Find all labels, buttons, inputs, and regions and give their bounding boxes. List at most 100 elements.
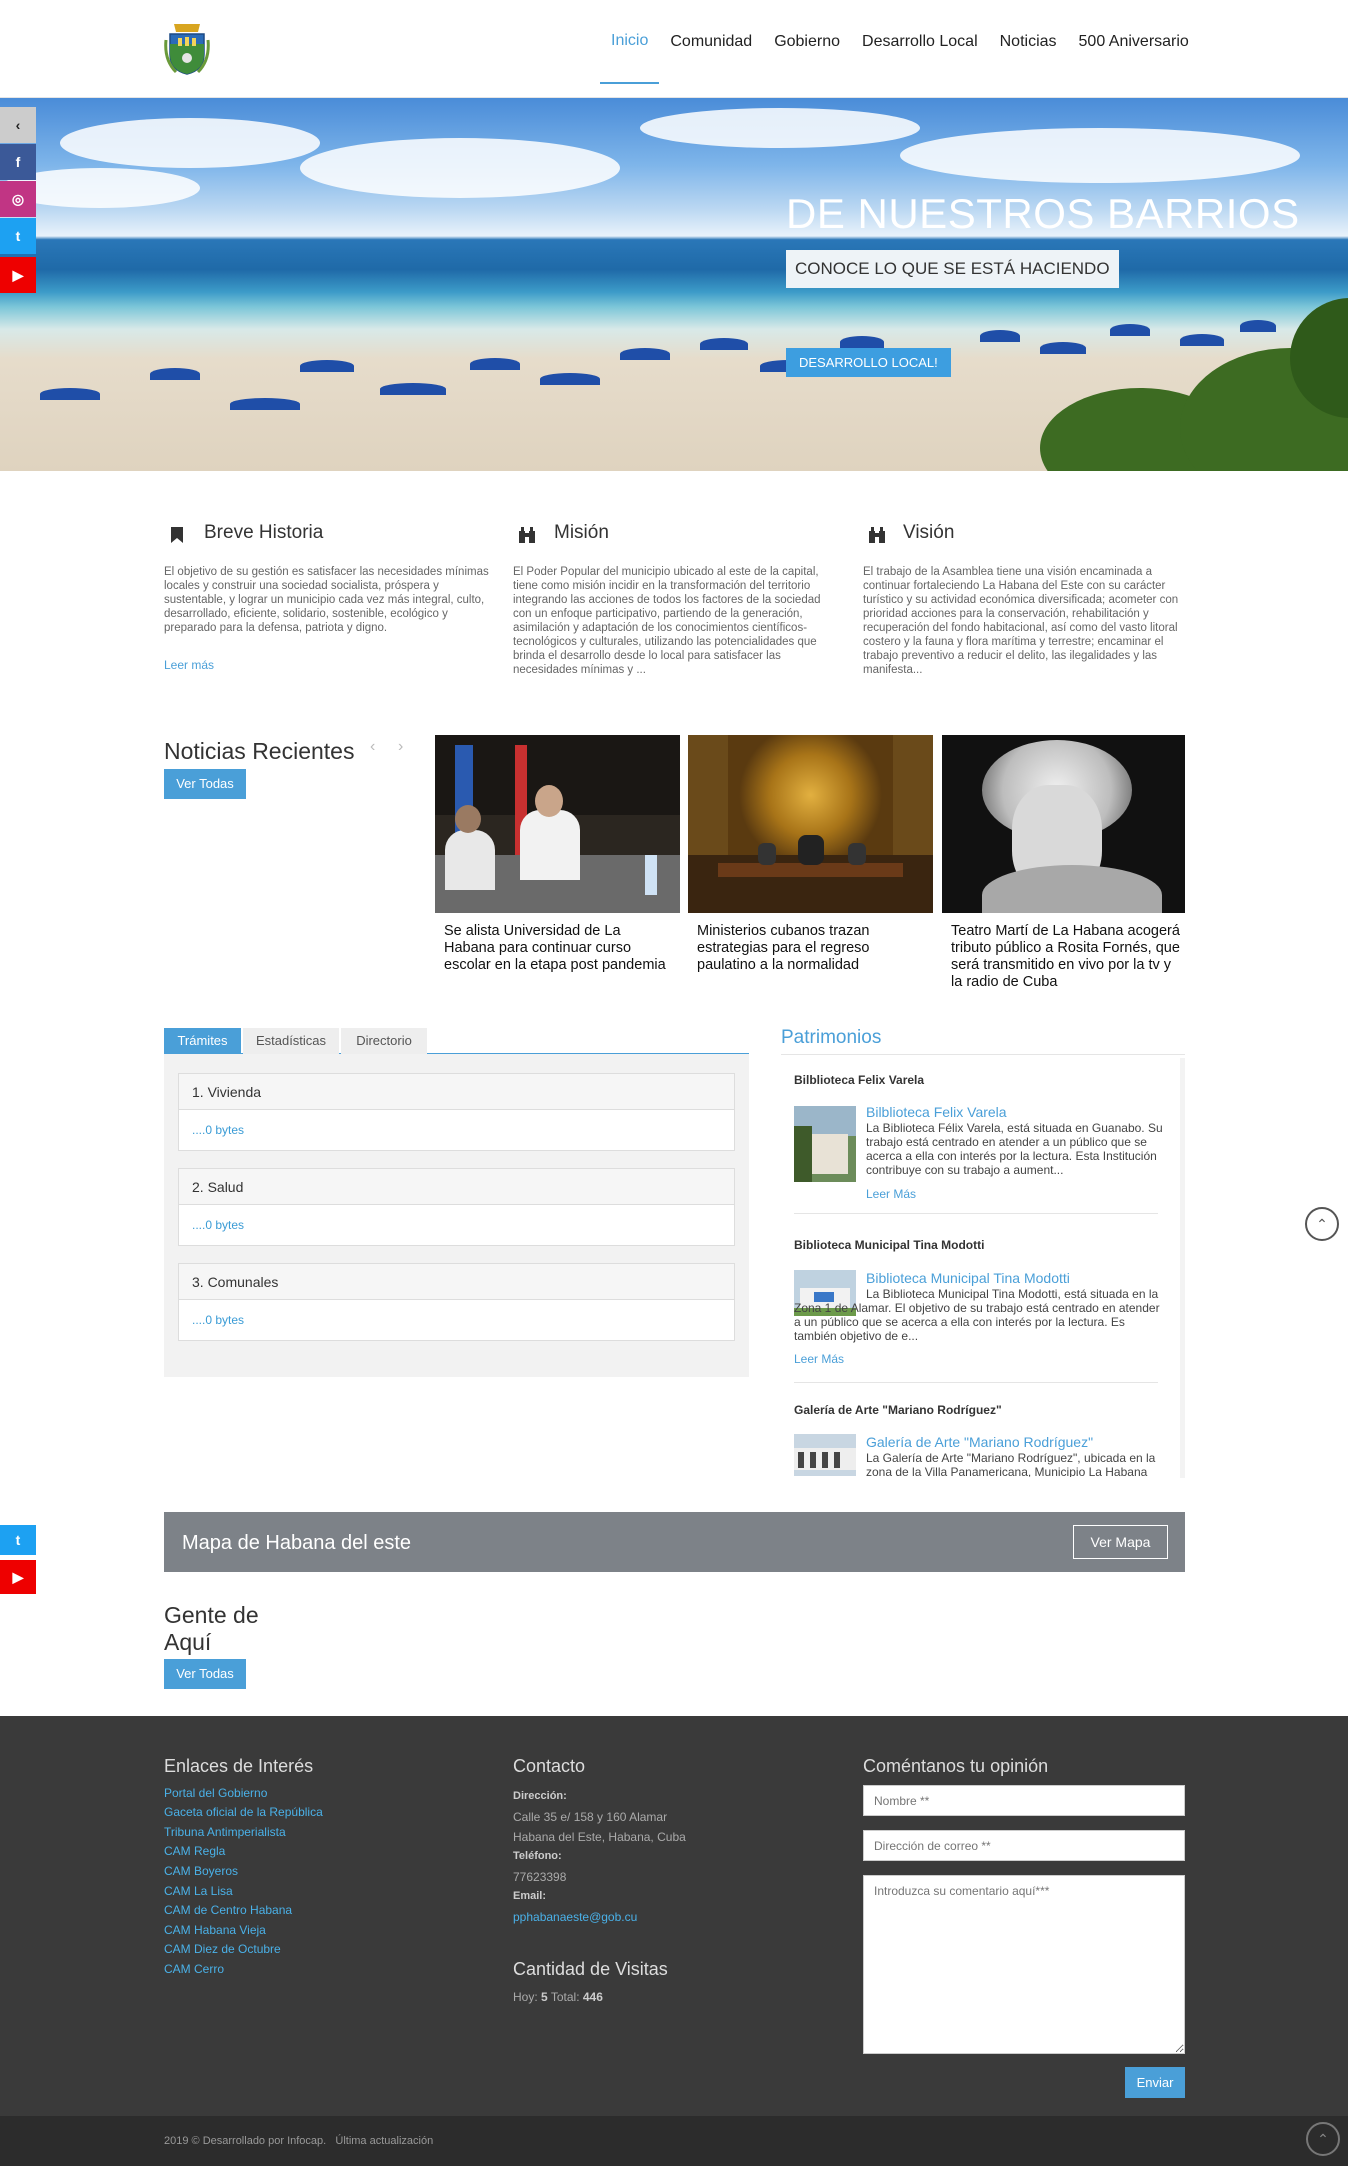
leer-mas-link[interactable]: Leer Más: [794, 1352, 844, 1366]
patrimonio-text: La Galería de Arte "Mariano Rodríguez", …: [866, 1451, 1156, 1477]
binoculars-icon: [868, 526, 886, 544]
email-link[interactable]: pphabanaeste@gob.cu: [513, 1910, 637, 1924]
youtube-icon[interactable]: ▶: [0, 257, 36, 293]
nav-item-noticias[interactable]: Noticias: [989, 0, 1068, 84]
collapse-arrow-icon[interactable]: ‹: [0, 107, 36, 143]
nav-item-inicio[interactable]: Inicio: [600, 0, 660, 84]
accordion-body[interactable]: ....0 bytes: [179, 1205, 734, 1245]
patrimonio-link[interactable]: Bilblioteca Felix Varela: [866, 1104, 1007, 1120]
accordion-body[interactable]: ....0 bytes: [179, 1300, 734, 1340]
patrimonio-thumb[interactable]: [794, 1106, 856, 1182]
scroll-up-icon[interactable]: ⌃: [1305, 1207, 1339, 1241]
accordion-title[interactable]: 1. Vivienda: [179, 1074, 734, 1110]
footer-link[interactable]: CAM Regla: [164, 1844, 225, 1858]
comment-title: Coméntanos tu opinión: [863, 1756, 1049, 1776]
instagram-icon[interactable]: ◎: [0, 181, 36, 217]
youtube-icon-lower[interactable]: ▶: [0, 1560, 36, 1594]
send-button[interactable]: Enviar: [1125, 2067, 1185, 2098]
section-title-vision: Visión: [903, 522, 955, 543]
news-title: Noticias Recientes: [164, 738, 355, 764]
section-text-historia: El objetivo de su gestión es satisfacer …: [164, 566, 489, 634]
visits-today: 5: [541, 1990, 548, 2004]
news-caption[interactable]: Teatro Martí de La Habana acogerá tribut…: [951, 923, 1181, 991]
accordion-title[interactable]: 3. Comunales: [179, 1264, 734, 1300]
news-next-arrow-icon[interactable]: ›: [398, 738, 403, 756]
footer-links-title: Enlaces de Interés: [164, 1756, 314, 1776]
section-text-vision: El trabajo de la Asamblea tiene una visi…: [863, 566, 1179, 676]
accordion-salud[interactable]: 2. Salud ....0 bytes: [178, 1168, 735, 1246]
tab-tramites[interactable]: Trámites: [164, 1028, 241, 1054]
main-nav: Inicio Comunidad Gobierno Desarrollo Loc…: [600, 0, 1200, 84]
hero-subtitle: CONOCE LO QUE SE ESTÁ HACIENDO: [786, 250, 1119, 288]
facebook-icon[interactable]: f: [0, 144, 36, 180]
phone-value: 77623398: [513, 1870, 567, 1884]
footer-link[interactable]: Portal del Gobierno: [164, 1786, 267, 1800]
binoculars-icon: [518, 526, 536, 544]
footer-link[interactable]: CAM de Centro Habana: [164, 1903, 292, 1917]
news-image-universidad[interactable]: [435, 735, 680, 913]
tab-directorio[interactable]: Directorio: [341, 1028, 427, 1054]
copyright-text: 2019 © Desarrollado por Infocap. Última …: [164, 2135, 434, 2147]
twitter-icon-lower[interactable]: t: [0, 1525, 36, 1555]
patrimonios-divider: [781, 1054, 1185, 1055]
news-prev-arrow-icon[interactable]: ‹: [370, 738, 375, 756]
address-line2: Habana del Este, Habana, Cuba: [513, 1830, 686, 1844]
section-text-mision: El Poder Popular del municipio ubicado a…: [513, 566, 821, 676]
leer-mas-link[interactable]: Leer Más: [866, 1187, 916, 1201]
phone-label: Teléfono:: [513, 1850, 562, 1862]
patrimonio-thumb[interactable]: [794, 1434, 856, 1476]
footer-bottom-bar: 2019 © Desarrollado por Infocap. Última …: [0, 2116, 1348, 2166]
nav-item-gobierno[interactable]: Gobierno: [763, 0, 851, 84]
nav-item-desarrollo-local[interactable]: Desarrollo Local: [851, 0, 989, 84]
news-ver-todas-button[interactable]: Ver Todas: [164, 769, 246, 799]
footer-link[interactable]: CAM Diez de Octubre: [164, 1942, 281, 1956]
patrimonios-scrollbar[interactable]: [1180, 1058, 1185, 1478]
footer-link[interactable]: CAM Habana Vieja: [164, 1923, 266, 1937]
accordion-body[interactable]: ....0 bytes: [179, 1110, 734, 1150]
twitter-icon[interactable]: t: [0, 218, 36, 254]
patrimonio-link[interactable]: Galería de Arte "Mariano Rodríguez": [866, 1434, 1093, 1450]
divider: [794, 1382, 1158, 1383]
divider: [794, 1213, 1158, 1214]
leer-mas-link[interactable]: Leer más: [164, 658, 214, 672]
email-input[interactable]: [863, 1830, 1185, 1861]
ver-mapa-button[interactable]: Ver Mapa: [1073, 1525, 1168, 1559]
visits-counter: Hoy: 5 Total: 446: [513, 1990, 603, 2004]
news-caption[interactable]: Se alista Universidad de La Habana para …: [444, 923, 674, 974]
footer-link[interactable]: Tribuna Antimperialista: [164, 1825, 286, 1839]
accordion-title[interactable]: 2. Salud: [179, 1169, 734, 1205]
news-image-teatro-marti[interactable]: [942, 735, 1185, 913]
footer-link[interactable]: CAM Boyeros: [164, 1864, 238, 1878]
hero-cta-button[interactable]: DESARROLLO LOCAL!: [786, 348, 951, 377]
patrimonios-title: Patrimonios: [781, 1027, 882, 1048]
visits-title: Cantidad de Visitas: [513, 1959, 668, 1979]
footer-link[interactable]: CAM Cerro: [164, 1962, 224, 1976]
accordion-vivienda[interactable]: 1. Vivienda ....0 bytes: [178, 1073, 735, 1151]
accordion-comunales[interactable]: 3. Comunales ....0 bytes: [178, 1263, 735, 1341]
gente-title-line2: Aquí: [164, 1629, 212, 1655]
site-footer: Enlaces de Interés Portal del Gobierno G…: [0, 1716, 1348, 2116]
nav-item-500-aniversario[interactable]: 500 Aniversario: [1068, 0, 1200, 84]
patrimonio-heading: Biblioteca Municipal Tina Modotti: [794, 1238, 985, 1252]
name-input[interactable]: [863, 1785, 1185, 1816]
news-caption[interactable]: Ministerios cubanos trazan estrategias p…: [697, 923, 927, 974]
scroll-top-icon[interactable]: ⌃: [1306, 2122, 1340, 2156]
map-banner-title: Mapa de Habana del este: [182, 1532, 412, 1554]
site-header: Inicio Comunidad Gobierno Desarrollo Loc…: [0, 0, 1348, 98]
coat-of-arms-logo[interactable]: [164, 20, 210, 76]
nav-item-comunidad[interactable]: Comunidad: [659, 0, 763, 84]
news-image-ministerios[interactable]: [688, 735, 933, 913]
section-title-mision: Misión: [554, 522, 609, 543]
footer-link[interactable]: Gaceta oficial de la República: [164, 1805, 323, 1819]
section-title-historia: Breve Historia: [204, 522, 324, 543]
address-line1: Calle 35 e/ 158 y 160 Alamar: [513, 1810, 668, 1824]
patrimonio-text: La Biblioteca Municipal Tina Modotti, es…: [794, 1287, 1160, 1343]
comment-textarea[interactable]: [863, 1875, 1185, 2054]
hero-title: DE NUESTROS BARRIOS: [786, 190, 1300, 237]
gente-ver-todas-button[interactable]: Ver Todas: [164, 1659, 246, 1689]
bookmark-icon: [170, 526, 188, 544]
footer-link[interactable]: CAM La Lisa: [164, 1884, 233, 1898]
tab-estadisticas[interactable]: Estadísticas: [243, 1028, 339, 1054]
patrimonio-link[interactable]: Biblioteca Municipal Tina Modotti: [866, 1270, 1070, 1286]
visits-today-label: Hoy:: [513, 1990, 538, 2004]
